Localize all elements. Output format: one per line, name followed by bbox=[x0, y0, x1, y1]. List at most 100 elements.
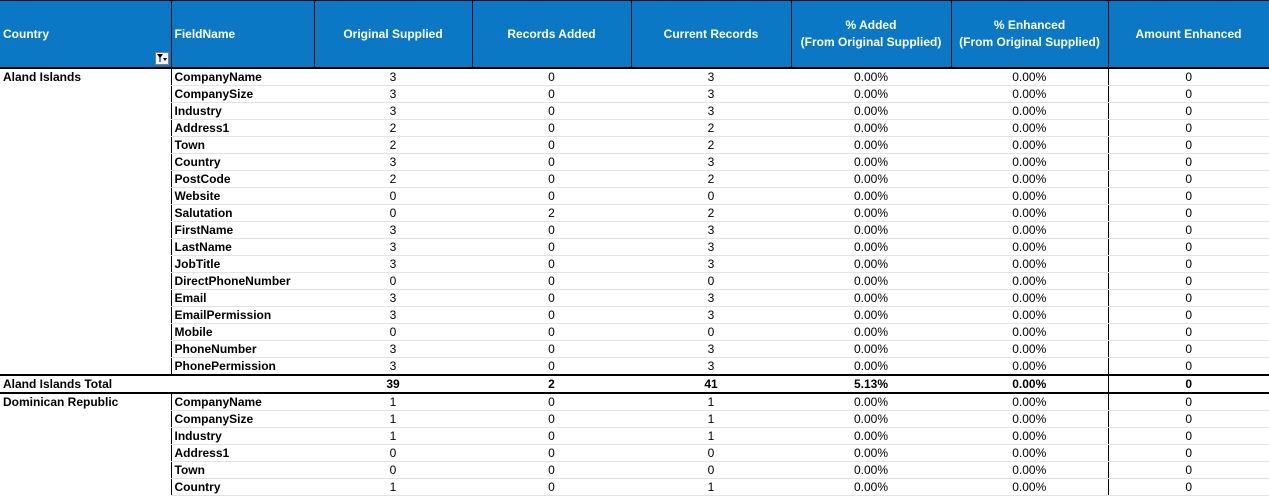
pct-added-cell[interactable]: 0.00% bbox=[791, 68, 951, 86]
records-added-cell[interactable]: 0 bbox=[472, 410, 631, 428]
pct-added-cell[interactable]: 0.00% bbox=[791, 119, 951, 137]
pct-enhanced-cell[interactable]: 0.00% bbox=[951, 170, 1108, 188]
total-original-supplied-cell[interactable]: 39 bbox=[314, 374, 472, 394]
total-amount-enhanced-cell[interactable]: 0 bbox=[1107, 374, 1269, 394]
pct-added-cell[interactable]: 0.00% bbox=[791, 238, 951, 256]
amount-enhanced-cell[interactable]: 0 bbox=[1107, 221, 1269, 239]
current-records-cell[interactable]: 3 bbox=[631, 102, 791, 120]
fieldname-cell[interactable]: Industry bbox=[170, 102, 314, 120]
original-supplied-cell[interactable]: 0 bbox=[314, 187, 472, 205]
pct-enhanced-cell[interactable]: 0.00% bbox=[951, 323, 1108, 341]
pct-added-cell[interactable]: 0.00% bbox=[791, 340, 951, 358]
fieldname-cell[interactable]: CompanySize bbox=[170, 85, 314, 103]
pct-added-cell[interactable]: 0.00% bbox=[791, 102, 951, 120]
amount-enhanced-cell[interactable]: 0 bbox=[1107, 170, 1269, 188]
fieldname-cell[interactable]: Salutation bbox=[170, 204, 314, 222]
original-supplied-cell[interactable]: 3 bbox=[314, 289, 472, 307]
fieldname-cell[interactable]: EmailPermission bbox=[170, 306, 314, 324]
pct-added-cell[interactable]: 0.00% bbox=[791, 136, 951, 154]
original-supplied-cell[interactable]: 1 bbox=[314, 427, 472, 445]
fieldname-cell[interactable]: FirstName bbox=[170, 221, 314, 239]
records-added-cell[interactable]: 0 bbox=[472, 427, 631, 445]
records-added-cell[interactable]: 0 bbox=[472, 187, 631, 205]
fieldname-cell[interactable]: CompanyName bbox=[170, 68, 314, 86]
fieldname-cell[interactable]: PhoneNumber bbox=[170, 340, 314, 358]
records-added-cell[interactable]: 0 bbox=[472, 323, 631, 341]
original-supplied-cell[interactable]: 0 bbox=[314, 444, 472, 462]
table-row[interactable]: PhonePermission 3 0 3 0.00% 0.00% 0 bbox=[0, 357, 1269, 376]
pct-added-cell[interactable]: 0.00% bbox=[791, 393, 951, 411]
pct-added-cell[interactable]: 0.00% bbox=[791, 187, 951, 205]
pct-enhanced-cell[interactable]: 0.00% bbox=[951, 393, 1108, 411]
original-supplied-cell[interactable]: 3 bbox=[314, 85, 472, 103]
fieldname-cell[interactable]: JobTitle bbox=[170, 255, 314, 273]
pct-added-cell[interactable]: 0.00% bbox=[791, 204, 951, 222]
table-row[interactable]: Salutation 0 2 2 0.00% 0.00% 0 bbox=[0, 204, 1269, 222]
records-added-cell[interactable]: 0 bbox=[472, 357, 631, 376]
pct-enhanced-cell[interactable]: 0.00% bbox=[951, 461, 1108, 479]
pct-added-cell[interactable]: 0.00% bbox=[791, 410, 951, 428]
fieldname-cell[interactable]: Address1 bbox=[170, 119, 314, 137]
current-records-cell[interactable]: 3 bbox=[631, 340, 791, 358]
table-row[interactable]: CompanySize 1 0 1 0.00% 0.00% 0 bbox=[0, 410, 1269, 428]
records-added-cell[interactable]: 0 bbox=[472, 170, 631, 188]
table-row[interactable]: Address1 2 0 2 0.00% 0.00% 0 bbox=[0, 119, 1269, 137]
records-added-cell[interactable]: 0 bbox=[472, 68, 631, 86]
current-records-cell[interactable]: 1 bbox=[631, 478, 791, 496]
pct-added-cell[interactable]: 0.00% bbox=[791, 357, 951, 376]
table-row[interactable]: Mobile 0 0 0 0.00% 0.00% 0 bbox=[0, 323, 1269, 341]
pct-enhanced-cell[interactable]: 0.00% bbox=[951, 204, 1108, 222]
table-row[interactable]: Country 3 0 3 0.00% 0.00% 0 bbox=[0, 153, 1269, 171]
original-supplied-cell[interactable]: 3 bbox=[314, 68, 472, 86]
original-supplied-cell[interactable]: 1 bbox=[314, 478, 472, 496]
pct-enhanced-cell[interactable]: 0.00% bbox=[951, 255, 1108, 273]
original-supplied-cell[interactable]: 1 bbox=[314, 410, 472, 428]
records-added-cell[interactable]: 2 bbox=[472, 204, 631, 222]
pct-enhanced-cell[interactable]: 0.00% bbox=[951, 68, 1108, 86]
table-row[interactable]: Country 1 0 1 0.00% 0.00% 0 bbox=[0, 478, 1269, 496]
current-records-cell[interactable]: 2 bbox=[631, 136, 791, 154]
pct-enhanced-cell[interactable]: 0.00% bbox=[951, 102, 1108, 120]
amount-enhanced-cell[interactable]: 0 bbox=[1107, 102, 1269, 120]
fieldname-cell[interactable]: Industry bbox=[170, 427, 314, 445]
pct-enhanced-cell[interactable]: 0.00% bbox=[951, 153, 1108, 171]
records-added-cell[interactable]: 0 bbox=[472, 393, 631, 411]
records-added-cell[interactable]: 0 bbox=[472, 221, 631, 239]
records-added-cell[interactable]: 0 bbox=[472, 255, 631, 273]
header-original-supplied[interactable]: Original Supplied bbox=[314, 0, 473, 69]
amount-enhanced-cell[interactable]: 0 bbox=[1107, 255, 1269, 273]
amount-enhanced-cell[interactable]: 0 bbox=[1107, 357, 1269, 376]
table-row[interactable]: JobTitle 3 0 3 0.00% 0.00% 0 bbox=[0, 255, 1269, 273]
pct-added-cell[interactable]: 0.00% bbox=[791, 170, 951, 188]
table-row[interactable]: Town 2 0 2 0.00% 0.00% 0 bbox=[0, 136, 1269, 154]
pct-enhanced-cell[interactable]: 0.00% bbox=[951, 238, 1108, 256]
amount-enhanced-cell[interactable]: 0 bbox=[1107, 410, 1269, 428]
original-supplied-cell[interactable]: 3 bbox=[314, 340, 472, 358]
current-records-cell[interactable]: 3 bbox=[631, 153, 791, 171]
pct-enhanced-cell[interactable]: 0.00% bbox=[951, 85, 1108, 103]
table-row[interactable]: Aland Islands CompanyName 3 0 3 0.00% 0.00% 0 bbox=[0, 68, 1269, 86]
header-country[interactable]: Country bbox=[0, 0, 172, 69]
pct-enhanced-cell[interactable]: 0.00% bbox=[951, 272, 1108, 290]
amount-enhanced-cell[interactable]: 0 bbox=[1107, 323, 1269, 341]
fieldname-cell[interactable]: Town bbox=[170, 136, 314, 154]
original-supplied-cell[interactable]: 1 bbox=[314, 393, 472, 411]
current-records-cell[interactable]: 3 bbox=[631, 357, 791, 376]
amount-enhanced-cell[interactable]: 0 bbox=[1107, 204, 1269, 222]
total-records-added-cell[interactable]: 2 bbox=[472, 374, 631, 394]
current-records-cell[interactable]: 0 bbox=[631, 323, 791, 341]
records-added-cell[interactable]: 0 bbox=[472, 136, 631, 154]
records-added-cell[interactable]: 0 bbox=[472, 238, 631, 256]
group-total-row[interactable]: Aland Islands Total 39 2 41 5.13% 0.00% 0 bbox=[0, 374, 1269, 394]
group-total-label[interactable]: Aland Islands Total bbox=[0, 374, 314, 394]
original-supplied-cell[interactable]: 3 bbox=[314, 238, 472, 256]
records-added-cell[interactable]: 0 bbox=[472, 461, 631, 479]
records-added-cell[interactable]: 0 bbox=[472, 272, 631, 290]
original-supplied-cell[interactable]: 3 bbox=[314, 255, 472, 273]
table-row[interactable]: Industry 1 0 1 0.00% 0.00% 0 bbox=[0, 427, 1269, 445]
original-supplied-cell[interactable]: 2 bbox=[314, 170, 472, 188]
amount-enhanced-cell[interactable]: 0 bbox=[1107, 444, 1269, 462]
amount-enhanced-cell[interactable]: 0 bbox=[1107, 427, 1269, 445]
original-supplied-cell[interactable]: 0 bbox=[314, 461, 472, 479]
table-row[interactable]: FirstName 3 0 3 0.00% 0.00% 0 bbox=[0, 221, 1269, 239]
